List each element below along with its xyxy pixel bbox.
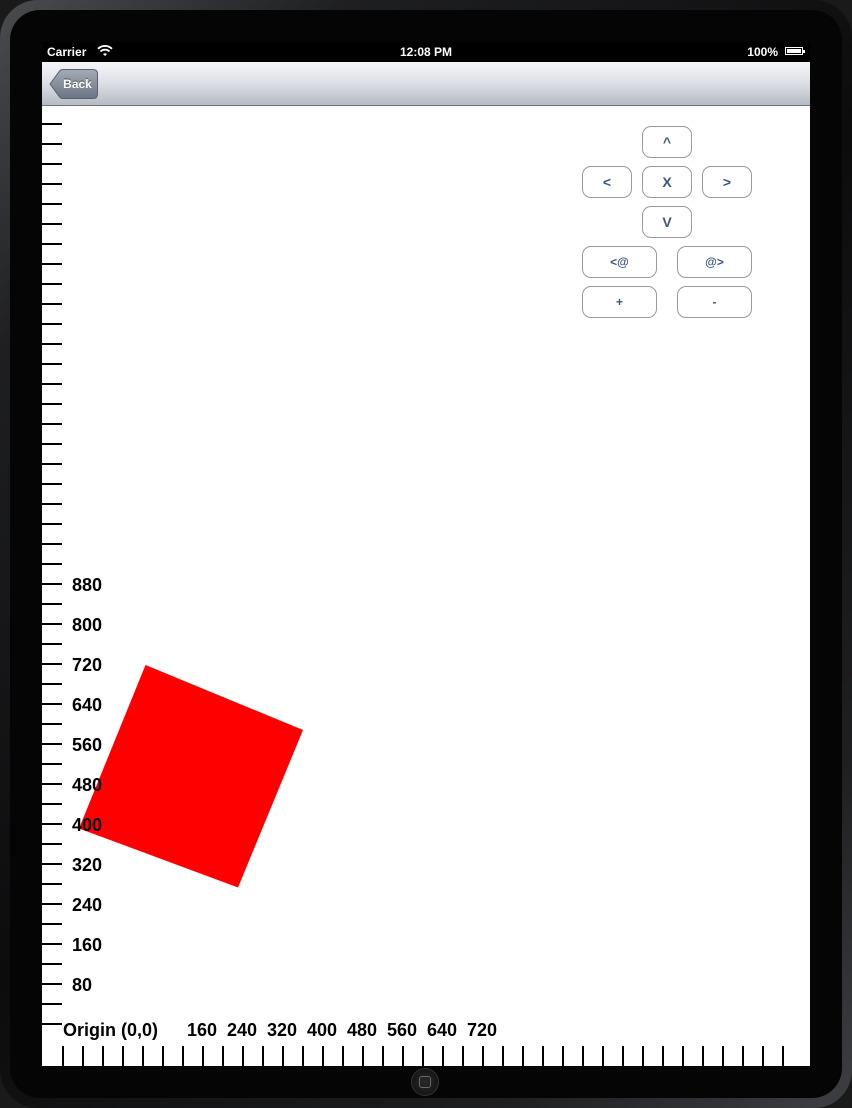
y-axis-label: 400 — [72, 815, 102, 835]
zoom-out-button[interactable]: - — [677, 286, 752, 318]
clock: 12:08 PM — [399, 45, 453, 59]
move-up-button[interactable]: ^ — [642, 126, 692, 158]
y-axis-label: 80 — [72, 975, 92, 995]
back-label: Back — [63, 77, 92, 91]
x-axis-label: 240 — [227, 1020, 257, 1040]
y-axis-label: 720 — [72, 655, 102, 675]
home-button[interactable] — [411, 1068, 439, 1096]
rotate-left-button[interactable]: <@ — [582, 246, 657, 278]
y-axis-labels: 880 800 720 640 560 480 400 320 240 160 80 — [72, 575, 102, 995]
red-square — [79, 665, 303, 888]
x-axis-label: 720 — [467, 1020, 497, 1040]
y-axis-label: 240 — [72, 895, 102, 915]
y-axis-label: 160 — [72, 935, 102, 955]
x-axis-label: 160 — [187, 1020, 217, 1040]
move-left-button[interactable]: < — [582, 166, 632, 198]
y-axis-label: 320 — [72, 855, 102, 875]
reset-button[interactable]: X — [642, 166, 692, 198]
back-button[interactable]: Back — [49, 69, 98, 99]
navigation-bar: Back — [42, 62, 810, 106]
move-right-button[interactable]: > — [702, 166, 752, 198]
battery-percent: 100% — [747, 45, 778, 59]
y-axis-label: 880 — [72, 575, 102, 595]
zoom-in-button[interactable]: + — [582, 286, 657, 318]
y-axis-label: 800 — [72, 615, 102, 635]
y-axis-ticks — [42, 123, 62, 1025]
battery-icon — [785, 47, 805, 55]
x-axis-label: 640 — [427, 1020, 457, 1040]
x-axis-label: 400 — [307, 1020, 337, 1040]
x-axis-labels: Origin (0,0) 160 240 320 400 480 560 640 720 — [63, 1020, 497, 1040]
rotate-right-button[interactable]: @> — [677, 246, 752, 278]
move-down-button[interactable]: V — [642, 206, 692, 238]
x-axis-label: Origin (0,0) — [63, 1020, 158, 1040]
x-axis-label: 480 — [347, 1020, 377, 1040]
y-axis-label: 560 — [72, 735, 102, 755]
x-axis-ticks — [62, 1046, 784, 1066]
x-axis-label: 560 — [387, 1020, 417, 1040]
y-axis-label: 480 — [72, 775, 102, 795]
status-bar: Carrier 12:08 PM 100% — [42, 42, 810, 62]
y-axis-label: 640 — [72, 695, 102, 715]
screen: Carrier 12:08 PM 100% Back 880 800 720 6… — [42, 42, 810, 1066]
x-axis-label: 320 — [267, 1020, 297, 1040]
